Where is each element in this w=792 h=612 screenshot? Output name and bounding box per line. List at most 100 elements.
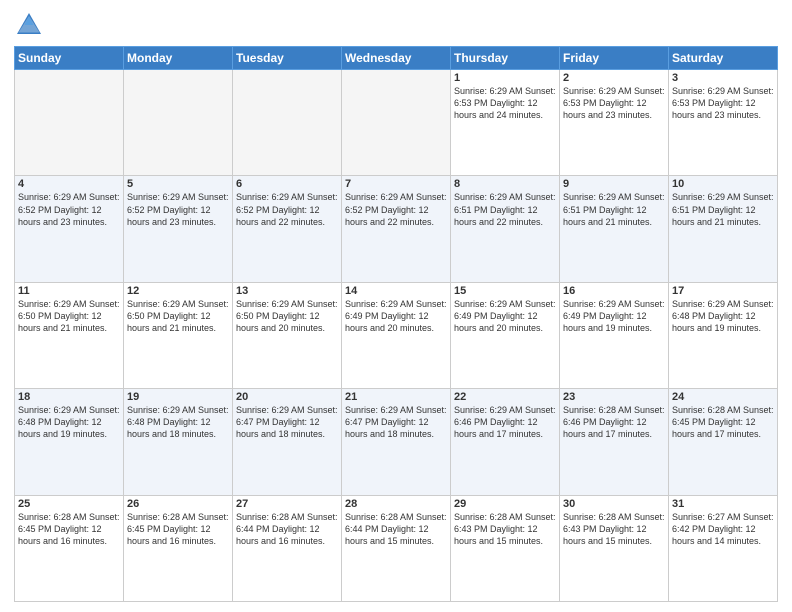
day-info: Sunrise: 6:29 AM Sunset: 6:48 PM Dayligh… <box>672 298 774 334</box>
col-monday: Monday <box>124 47 233 70</box>
day-number: 20 <box>236 391 338 403</box>
day-info: Sunrise: 6:29 AM Sunset: 6:53 PM Dayligh… <box>454 85 556 121</box>
day-info: Sunrise: 6:29 AM Sunset: 6:46 PM Dayligh… <box>454 404 556 440</box>
day-number: 22 <box>454 391 556 403</box>
day-cell: 26Sunrise: 6:28 AM Sunset: 6:45 PM Dayli… <box>124 495 233 601</box>
logo-icon <box>14 10 44 40</box>
day-number: 26 <box>127 498 229 510</box>
day-cell: 27Sunrise: 6:28 AM Sunset: 6:44 PM Dayli… <box>233 495 342 601</box>
day-cell: 20Sunrise: 6:29 AM Sunset: 6:47 PM Dayli… <box>233 389 342 495</box>
day-info: Sunrise: 6:28 AM Sunset: 6:45 PM Dayligh… <box>18 511 120 547</box>
day-number: 18 <box>18 391 120 403</box>
day-info: Sunrise: 6:29 AM Sunset: 6:47 PM Dayligh… <box>345 404 447 440</box>
calendar-table: Sunday Monday Tuesday Wednesday Thursday… <box>14 46 778 602</box>
day-number: 7 <box>345 178 447 190</box>
day-cell <box>124 70 233 176</box>
day-cell: 16Sunrise: 6:29 AM Sunset: 6:49 PM Dayli… <box>560 282 669 388</box>
day-number: 12 <box>127 285 229 297</box>
day-number: 28 <box>345 498 447 510</box>
day-number: 11 <box>18 285 120 297</box>
day-number: 5 <box>127 178 229 190</box>
day-number: 1 <box>454 72 556 84</box>
header <box>14 10 778 40</box>
day-cell: 23Sunrise: 6:28 AM Sunset: 6:46 PM Dayli… <box>560 389 669 495</box>
day-number: 21 <box>345 391 447 403</box>
day-info: Sunrise: 6:29 AM Sunset: 6:48 PM Dayligh… <box>18 404 120 440</box>
day-info: Sunrise: 6:27 AM Sunset: 6:42 PM Dayligh… <box>672 511 774 547</box>
day-cell: 29Sunrise: 6:28 AM Sunset: 6:43 PM Dayli… <box>451 495 560 601</box>
col-tuesday: Tuesday <box>233 47 342 70</box>
day-cell: 11Sunrise: 6:29 AM Sunset: 6:50 PM Dayli… <box>15 282 124 388</box>
day-number: 30 <box>563 498 665 510</box>
day-number: 8 <box>454 178 556 190</box>
day-info: Sunrise: 6:29 AM Sunset: 6:48 PM Dayligh… <box>127 404 229 440</box>
day-cell: 24Sunrise: 6:28 AM Sunset: 6:45 PM Dayli… <box>669 389 778 495</box>
day-info: Sunrise: 6:28 AM Sunset: 6:44 PM Dayligh… <box>236 511 338 547</box>
day-number: 19 <box>127 391 229 403</box>
day-number: 15 <box>454 285 556 297</box>
day-info: Sunrise: 6:29 AM Sunset: 6:49 PM Dayligh… <box>563 298 665 334</box>
day-info: Sunrise: 6:29 AM Sunset: 6:51 PM Dayligh… <box>672 191 774 227</box>
day-number: 3 <box>672 72 774 84</box>
day-cell: 28Sunrise: 6:28 AM Sunset: 6:44 PM Dayli… <box>342 495 451 601</box>
day-info: Sunrise: 6:29 AM Sunset: 6:51 PM Dayligh… <box>454 191 556 227</box>
day-info: Sunrise: 6:29 AM Sunset: 6:53 PM Dayligh… <box>563 85 665 121</box>
day-number: 9 <box>563 178 665 190</box>
day-info: Sunrise: 6:29 AM Sunset: 6:52 PM Dayligh… <box>18 191 120 227</box>
day-cell: 17Sunrise: 6:29 AM Sunset: 6:48 PM Dayli… <box>669 282 778 388</box>
day-number: 4 <box>18 178 120 190</box>
day-info: Sunrise: 6:28 AM Sunset: 6:45 PM Dayligh… <box>672 404 774 440</box>
day-info: Sunrise: 6:28 AM Sunset: 6:45 PM Dayligh… <box>127 511 229 547</box>
day-number: 23 <box>563 391 665 403</box>
day-cell: 30Sunrise: 6:28 AM Sunset: 6:43 PM Dayli… <box>560 495 669 601</box>
weekday-header-row: Sunday Monday Tuesday Wednesday Thursday… <box>15 47 778 70</box>
day-number: 16 <box>563 285 665 297</box>
day-cell: 4Sunrise: 6:29 AM Sunset: 6:52 PM Daylig… <box>15 176 124 282</box>
day-cell: 5Sunrise: 6:29 AM Sunset: 6:52 PM Daylig… <box>124 176 233 282</box>
day-cell: 12Sunrise: 6:29 AM Sunset: 6:50 PM Dayli… <box>124 282 233 388</box>
week-row-4: 25Sunrise: 6:28 AM Sunset: 6:45 PM Dayli… <box>15 495 778 601</box>
day-cell: 6Sunrise: 6:29 AM Sunset: 6:52 PM Daylig… <box>233 176 342 282</box>
day-cell: 25Sunrise: 6:28 AM Sunset: 6:45 PM Dayli… <box>15 495 124 601</box>
day-number: 10 <box>672 178 774 190</box>
day-number: 27 <box>236 498 338 510</box>
day-cell <box>342 70 451 176</box>
day-cell: 9Sunrise: 6:29 AM Sunset: 6:51 PM Daylig… <box>560 176 669 282</box>
day-number: 2 <box>563 72 665 84</box>
day-info: Sunrise: 6:28 AM Sunset: 6:46 PM Dayligh… <box>563 404 665 440</box>
day-number: 25 <box>18 498 120 510</box>
col-sunday: Sunday <box>15 47 124 70</box>
week-row-1: 4Sunrise: 6:29 AM Sunset: 6:52 PM Daylig… <box>15 176 778 282</box>
day-cell: 10Sunrise: 6:29 AM Sunset: 6:51 PM Dayli… <box>669 176 778 282</box>
day-info: Sunrise: 6:29 AM Sunset: 6:50 PM Dayligh… <box>127 298 229 334</box>
day-cell: 15Sunrise: 6:29 AM Sunset: 6:49 PM Dayli… <box>451 282 560 388</box>
day-cell: 22Sunrise: 6:29 AM Sunset: 6:46 PM Dayli… <box>451 389 560 495</box>
day-info: Sunrise: 6:28 AM Sunset: 6:43 PM Dayligh… <box>454 511 556 547</box>
day-cell: 14Sunrise: 6:29 AM Sunset: 6:49 PM Dayli… <box>342 282 451 388</box>
day-number: 13 <box>236 285 338 297</box>
day-cell <box>15 70 124 176</box>
day-cell: 8Sunrise: 6:29 AM Sunset: 6:51 PM Daylig… <box>451 176 560 282</box>
day-cell: 7Sunrise: 6:29 AM Sunset: 6:52 PM Daylig… <box>342 176 451 282</box>
day-cell: 19Sunrise: 6:29 AM Sunset: 6:48 PM Dayli… <box>124 389 233 495</box>
day-info: Sunrise: 6:29 AM Sunset: 6:52 PM Dayligh… <box>236 191 338 227</box>
day-cell: 2Sunrise: 6:29 AM Sunset: 6:53 PM Daylig… <box>560 70 669 176</box>
day-info: Sunrise: 6:29 AM Sunset: 6:53 PM Dayligh… <box>672 85 774 121</box>
day-info: Sunrise: 6:29 AM Sunset: 6:49 PM Dayligh… <box>345 298 447 334</box>
day-number: 29 <box>454 498 556 510</box>
day-cell: 21Sunrise: 6:29 AM Sunset: 6:47 PM Dayli… <box>342 389 451 495</box>
day-cell: 31Sunrise: 6:27 AM Sunset: 6:42 PM Dayli… <box>669 495 778 601</box>
col-friday: Friday <box>560 47 669 70</box>
col-thursday: Thursday <box>451 47 560 70</box>
day-info: Sunrise: 6:29 AM Sunset: 6:50 PM Dayligh… <box>236 298 338 334</box>
day-info: Sunrise: 6:29 AM Sunset: 6:47 PM Dayligh… <box>236 404 338 440</box>
week-row-0: 1Sunrise: 6:29 AM Sunset: 6:53 PM Daylig… <box>15 70 778 176</box>
col-saturday: Saturday <box>669 47 778 70</box>
day-cell <box>233 70 342 176</box>
day-info: Sunrise: 6:28 AM Sunset: 6:44 PM Dayligh… <box>345 511 447 547</box>
day-info: Sunrise: 6:28 AM Sunset: 6:43 PM Dayligh… <box>563 511 665 547</box>
day-info: Sunrise: 6:29 AM Sunset: 6:52 PM Dayligh… <box>345 191 447 227</box>
week-row-3: 18Sunrise: 6:29 AM Sunset: 6:48 PM Dayli… <box>15 389 778 495</box>
day-info: Sunrise: 6:29 AM Sunset: 6:50 PM Dayligh… <box>18 298 120 334</box>
day-number: 24 <box>672 391 774 403</box>
